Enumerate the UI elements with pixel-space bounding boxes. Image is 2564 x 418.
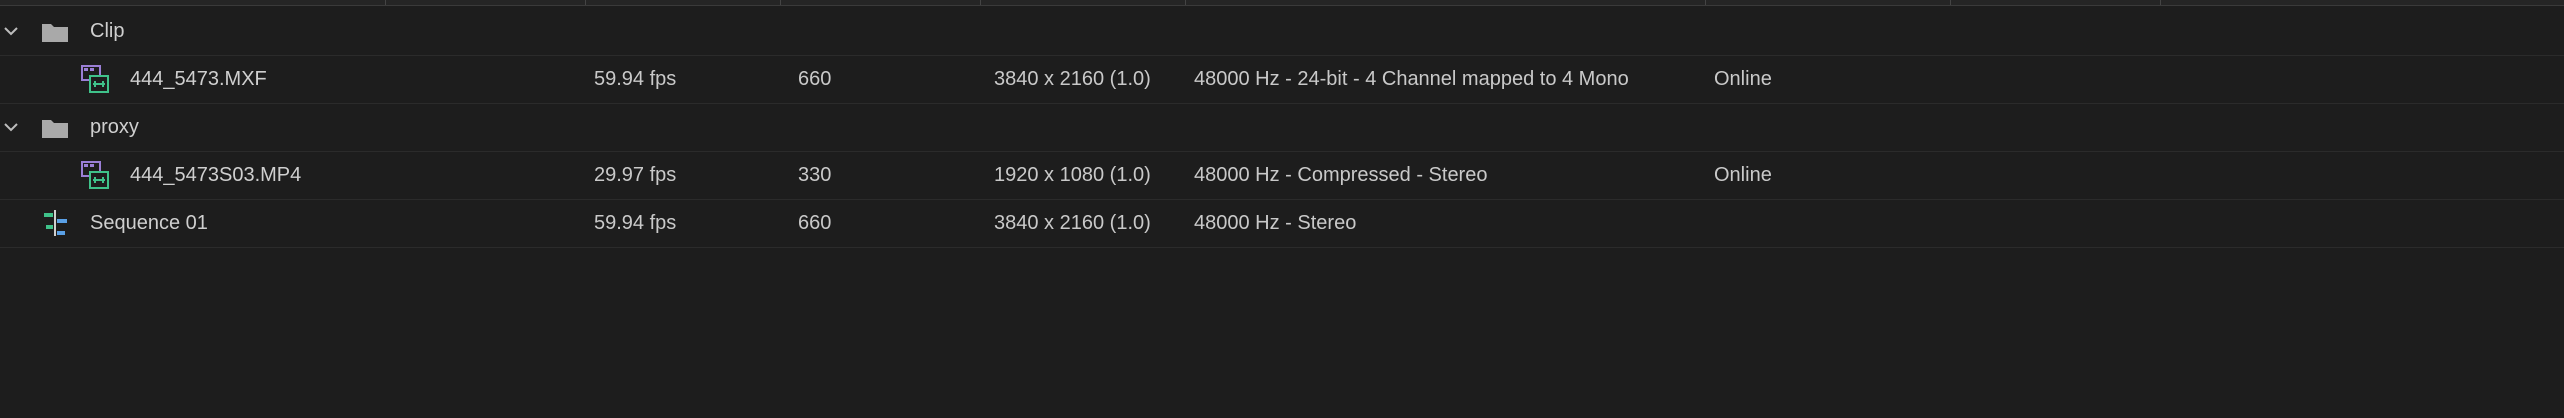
audio-info: 48000 Hz - Compressed - Stereo: [1194, 164, 1488, 186]
column-divider[interactable]: [980, 0, 981, 5]
column-divider[interactable]: [385, 0, 386, 5]
sequence-row[interactable]: Sequence 01 59.94 fps 660 3840 x 2160 (1…: [0, 200, 2564, 248]
column-divider[interactable]: [780, 0, 781, 5]
column-divider[interactable]: [585, 0, 586, 5]
frame-rate: 29.97 fps: [594, 164, 677, 186]
media-duration: 330: [798, 164, 832, 186]
clip-row[interactable]: 444_5473.MXF 59.94 fps 660 3840 x 2160 (…: [0, 56, 2564, 104]
sequence-icon: [44, 210, 67, 236]
bin-row-clip[interactable]: Clip: [0, 8, 2564, 56]
media-duration: 660: [798, 212, 832, 234]
frame-rate: 59.94 fps: [594, 68, 677, 90]
folder-icon: [42, 24, 68, 42]
video-info: 3840 x 2160 (1.0): [994, 68, 1151, 90]
video-clip-icon: [81, 161, 109, 189]
video-info: 1920 x 1080 (1.0): [994, 164, 1151, 186]
status: Online: [1714, 164, 1772, 186]
item-name[interactable]: proxy: [90, 104, 139, 151]
item-name[interactable]: 444_5473S03.MP4: [130, 152, 301, 199]
item-name[interactable]: Clip: [90, 8, 124, 55]
audio-info: 48000 Hz - 24-bit - 4 Channel mapped to …: [1194, 68, 1629, 90]
status: Online: [1714, 68, 1772, 90]
chevron-down-icon[interactable]: [2, 22, 20, 40]
column-divider[interactable]: [1950, 0, 1951, 5]
frame-rate: 59.94 fps: [594, 212, 677, 234]
video-info: 3840 x 2160 (1.0): [994, 212, 1151, 234]
column-divider[interactable]: [2160, 0, 2161, 5]
clip-row[interactable]: 444_5473S03.MP4 29.97 fps 330 1920 x 108…: [0, 152, 2564, 200]
bin-row-proxy[interactable]: proxy: [0, 104, 2564, 152]
column-divider[interactable]: [1705, 0, 1706, 5]
media-duration: 660: [798, 68, 832, 90]
audio-info: 48000 Hz - Stereo: [1194, 212, 1357, 234]
video-clip-icon: [81, 65, 109, 93]
chevron-down-icon[interactable]: [2, 118, 20, 136]
item-name[interactable]: Sequence 01: [90, 200, 208, 247]
project-panel: Clip 444_5473.MXF 59.94 fps 660 3840 x 2…: [0, 0, 2564, 418]
folder-icon: [42, 120, 68, 138]
column-header-strip[interactable]: [0, 0, 2564, 6]
column-divider[interactable]: [1185, 0, 1186, 5]
item-name[interactable]: 444_5473.MXF: [130, 56, 267, 103]
